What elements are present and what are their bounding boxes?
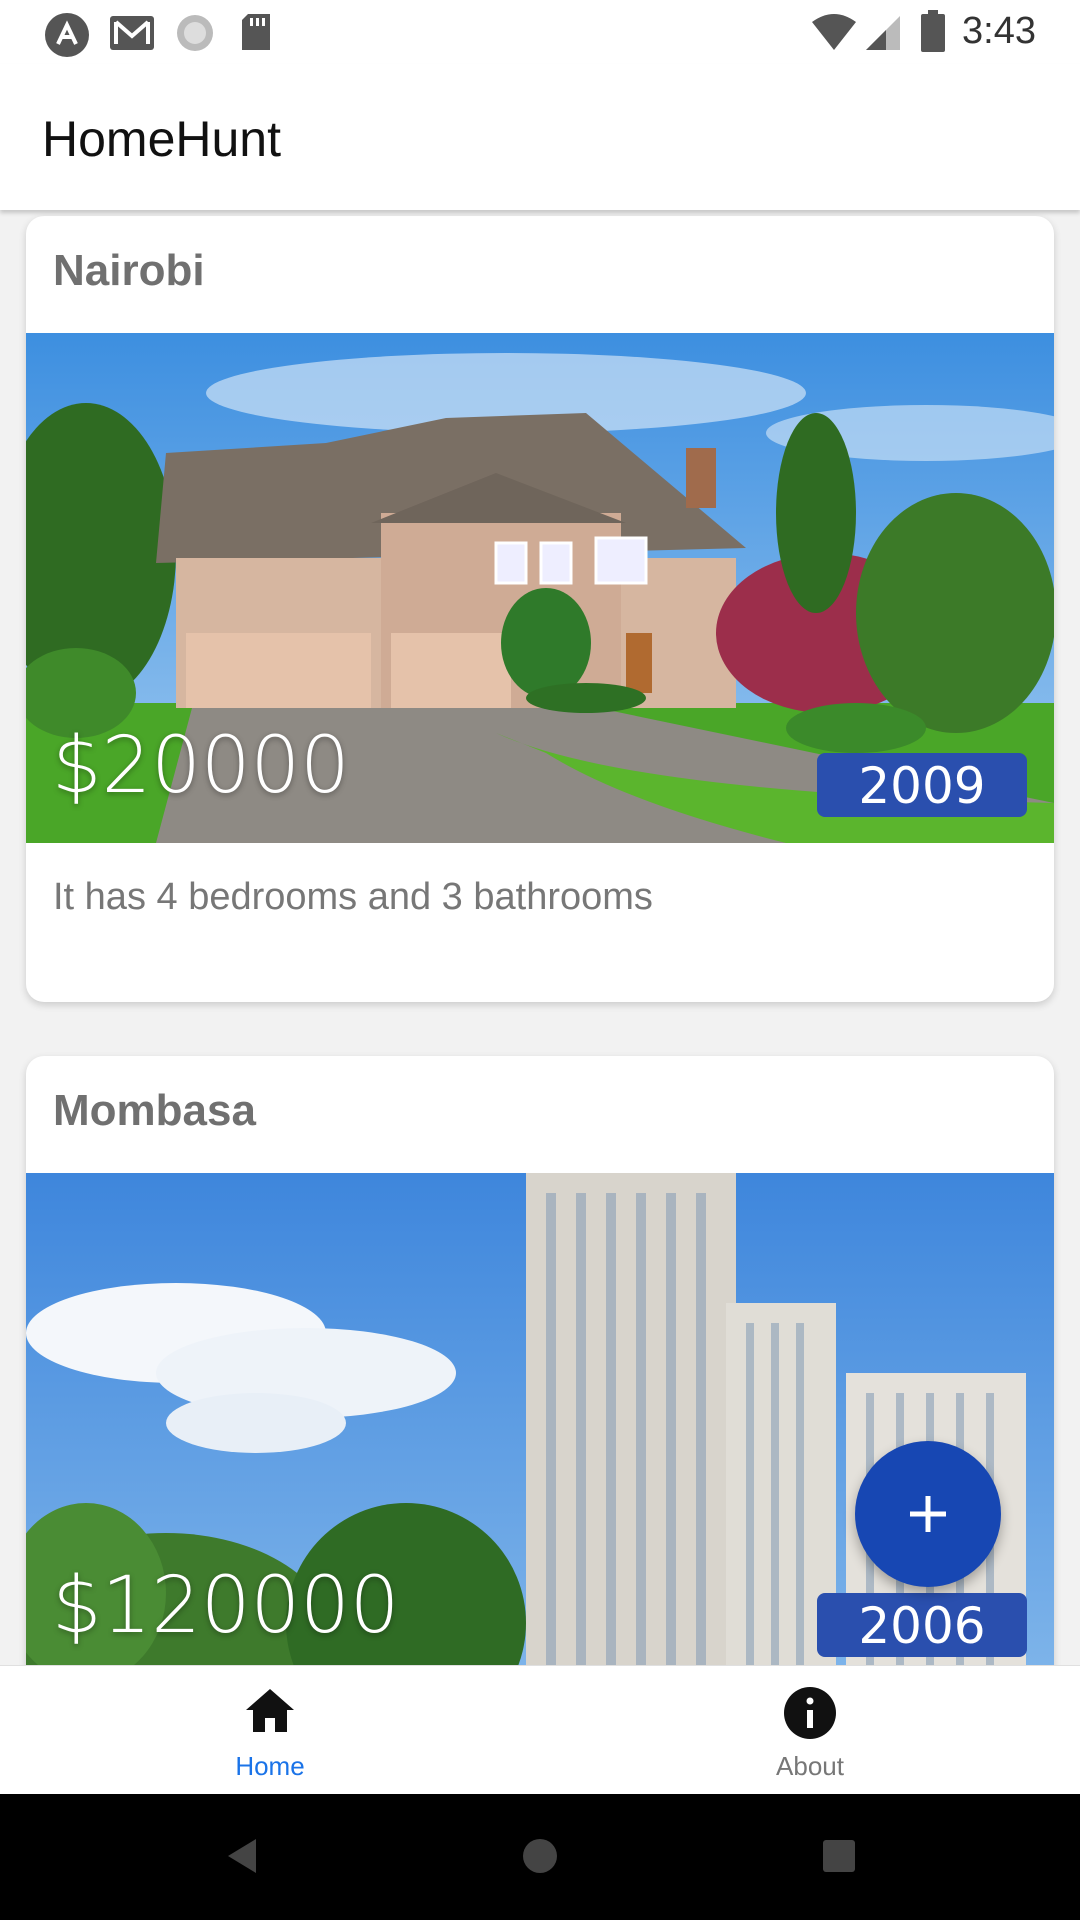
- status-bar: 3:43: [0, 0, 1080, 64]
- sd-card-icon: [242, 14, 270, 50]
- nav-label-about: About: [776, 1751, 844, 1781]
- app-bar: HomeHunt: [0, 64, 1080, 210]
- listing-card[interactable]: Nairobi $20000 2009 It has 4 bedrooms an…: [26, 216, 1054, 1002]
- clock: 3:43: [962, 10, 1036, 52]
- listing-description: It has 4 bedrooms and 3 bathrooms: [53, 876, 653, 918]
- plus-icon: [910, 1496, 946, 1532]
- bottom-navigation: Home About: [0, 1665, 1080, 1794]
- back-icon[interactable]: [224, 1836, 260, 1876]
- home-circle-icon[interactable]: [520, 1836, 560, 1876]
- listing-price: $20000: [52, 721, 350, 811]
- nav-item-about[interactable]: About: [540, 1666, 1080, 1795]
- home-icon: [246, 1689, 294, 1732]
- nav-item-home[interactable]: Home: [0, 1666, 540, 1795]
- sync-icon: [177, 15, 213, 51]
- listing-city: Mombasa: [53, 1086, 256, 1135]
- recents-icon[interactable]: [821, 1836, 857, 1876]
- year-badge: 2006: [817, 1593, 1027, 1657]
- year-badge: 2009: [817, 753, 1027, 817]
- battery-icon: [921, 10, 945, 52]
- system-navigation-bar: [0, 1794, 1080, 1920]
- app-icon: [45, 13, 89, 57]
- add-listing-button[interactable]: [855, 1441, 1001, 1587]
- signal-icon: [866, 16, 900, 50]
- gmail-icon: [110, 16, 154, 50]
- listing-price: $120000: [52, 1561, 400, 1651]
- app-title: HomeHunt: [42, 111, 281, 167]
- listing-city: Nairobi: [53, 246, 205, 295]
- listing-image[interactable]: $20000 2009: [26, 333, 1054, 843]
- wifi-icon: [812, 14, 856, 50]
- info-icon: [784, 1687, 836, 1739]
- nav-label-home: Home: [235, 1751, 305, 1781]
- listing-image[interactable]: $120000 2006: [26, 1173, 1054, 1665]
